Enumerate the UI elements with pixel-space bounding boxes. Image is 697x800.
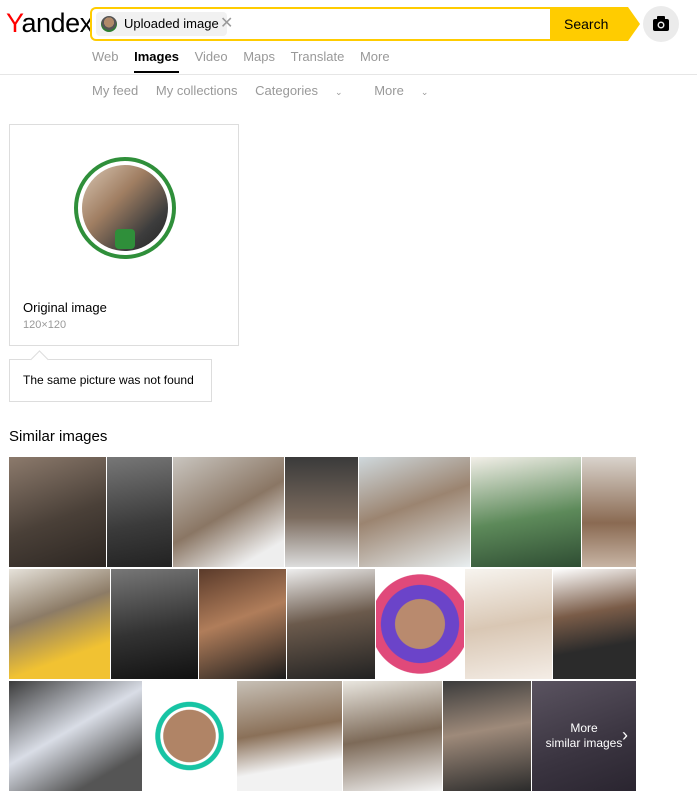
my-collections-link[interactable]: My collections [156, 83, 238, 98]
search-input[interactable]: Uploaded image ✕ [90, 7, 550, 41]
original-image-title: Original image [23, 300, 107, 315]
tab-translate[interactable]: Translate [291, 48, 345, 66]
similar-image-thumb[interactable] [465, 569, 552, 679]
similar-image-thumb[interactable] [582, 457, 636, 567]
badge-icon [115, 229, 135, 249]
tab-maps[interactable]: Maps [243, 48, 275, 66]
camera-icon[interactable] [643, 6, 679, 42]
uploaded-image-thumb [101, 16, 117, 32]
similar-image-thumb[interactable] [443, 681, 531, 791]
similar-image-thumb[interactable] [343, 681, 442, 791]
tab-more[interactable]: More [360, 48, 390, 66]
categories-label: Categories [255, 83, 319, 98]
original-image-thumbnail[interactable] [74, 157, 176, 259]
similar-image-thumb[interactable] [111, 569, 198, 679]
similar-image-thumb[interactable] [9, 457, 106, 567]
more-similar-label: More similar images [545, 721, 623, 750]
close-icon[interactable]: ✕ [220, 15, 233, 33]
similar-images-title: Similar images [9, 428, 108, 445]
similar-image-thumb[interactable] [143, 681, 236, 791]
yandex-logo[interactable]: Yandex [6, 8, 93, 39]
similar-image-thumb[interactable] [9, 681, 142, 791]
grid-row: More similar images › [9, 681, 636, 791]
similar-image-thumb[interactable] [173, 457, 284, 567]
similar-image-thumb[interactable] [285, 457, 358, 567]
similar-image-thumb[interactable] [9, 569, 110, 679]
similar-image-thumb[interactable] [359, 457, 470, 567]
similar-image-thumb[interactable] [553, 569, 636, 679]
similar-image-thumb[interactable] [237, 681, 342, 791]
original-image-size: 120×120 [23, 319, 67, 331]
uploaded-image-chip[interactable]: Uploaded image [96, 12, 227, 36]
more-similar-images-button[interactable]: More similar images › [532, 681, 636, 791]
original-image-card[interactable]: Original image 120×120 [9, 124, 239, 346]
header: Yandex Uploaded image ✕ Search Web Image… [0, 0, 697, 75]
my-feed-link[interactable]: My feed [92, 83, 138, 98]
similar-image-thumb[interactable] [199, 569, 286, 679]
grid-row [9, 569, 636, 679]
chevron-down-icon: ⌄ [420, 87, 429, 97]
categories-dropdown[interactable]: Categories ⌄ [255, 83, 356, 98]
similar-image-thumb[interactable] [107, 457, 172, 567]
search-button[interactable]: Search [550, 7, 640, 41]
service-tabs: Web Images Video Maps Translate More [92, 48, 402, 74]
chip-label: Uploaded image [124, 16, 219, 31]
similar-image-thumb[interactable] [376, 569, 464, 679]
more-dropdown[interactable]: More ⌄ [374, 83, 442, 98]
similar-image-thumb[interactable] [471, 457, 581, 567]
tab-web[interactable]: Web [92, 48, 119, 66]
chevron-down-icon: ⌄ [335, 87, 343, 97]
tab-images[interactable]: Images [134, 48, 179, 73]
tab-video[interactable]: Video [195, 48, 228, 66]
similar-image-thumb[interactable] [287, 569, 375, 679]
images-subnav: My feed My collections Categories ⌄ More ⌄ [92, 83, 456, 98]
more-label: More [374, 83, 404, 98]
grid-row [9, 457, 636, 567]
not-found-message: The same picture was not found [9, 359, 212, 402]
chevron-right-icon: › [622, 725, 628, 745]
